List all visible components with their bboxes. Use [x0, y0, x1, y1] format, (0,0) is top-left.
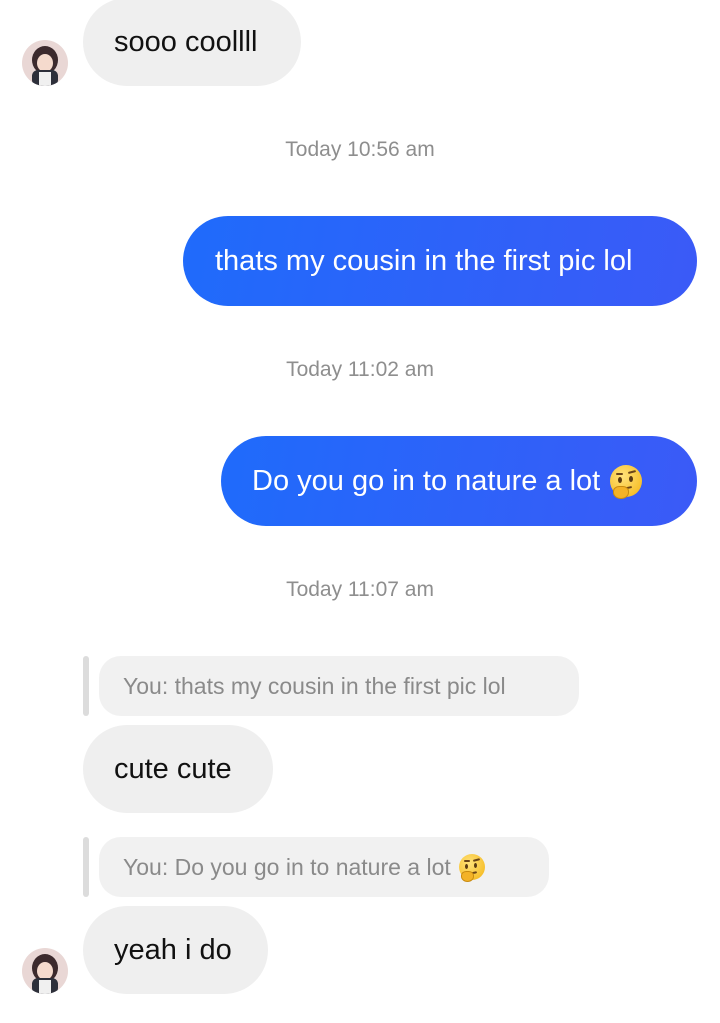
thinking-face-emoji — [458, 854, 485, 882]
thinking-face-emoji — [610, 465, 643, 499]
message-text: yeah i do — [114, 933, 232, 966]
replied-to-message-preview[interactable]: You: Do you go in to nature a lot — [99, 837, 549, 897]
reply-indicator-bar — [83, 656, 89, 716]
reply-quote-text: You: thats my cousin in the first pic lo… — [123, 672, 506, 699]
incoming-message-bubble[interactable]: cute cute — [83, 725, 273, 813]
contact-avatar[interactable] — [22, 40, 68, 86]
reply-quote-text: You: Do you go in to nature a lot — [123, 853, 451, 880]
message-text: sooo coollll — [114, 25, 258, 58]
timestamp: Today 11:07 am — [286, 578, 434, 601]
outgoing-message-bubble[interactable]: Do you go in to nature a lot — [221, 436, 697, 526]
incoming-message-bubble[interactable]: yeah i do — [83, 906, 268, 994]
replied-to-message-preview[interactable]: You: thats my cousin in the first pic lo… — [99, 656, 579, 716]
incoming-message-bubble[interactable]: sooo coollll — [83, 0, 301, 86]
message-text: thats my cousin in the first pic lol — [215, 244, 633, 277]
message-text: Do you go in to nature a lot — [252, 464, 601, 497]
timestamp: Today 10:56 am — [285, 138, 435, 161]
timestamp: Today 11:02 am — [286, 358, 434, 381]
contact-avatar[interactable] — [22, 948, 68, 994]
outgoing-message-bubble[interactable]: thats my cousin in the first pic lol — [183, 216, 697, 306]
reply-indicator-bar — [83, 837, 89, 897]
message-text: cute cute — [114, 752, 232, 785]
